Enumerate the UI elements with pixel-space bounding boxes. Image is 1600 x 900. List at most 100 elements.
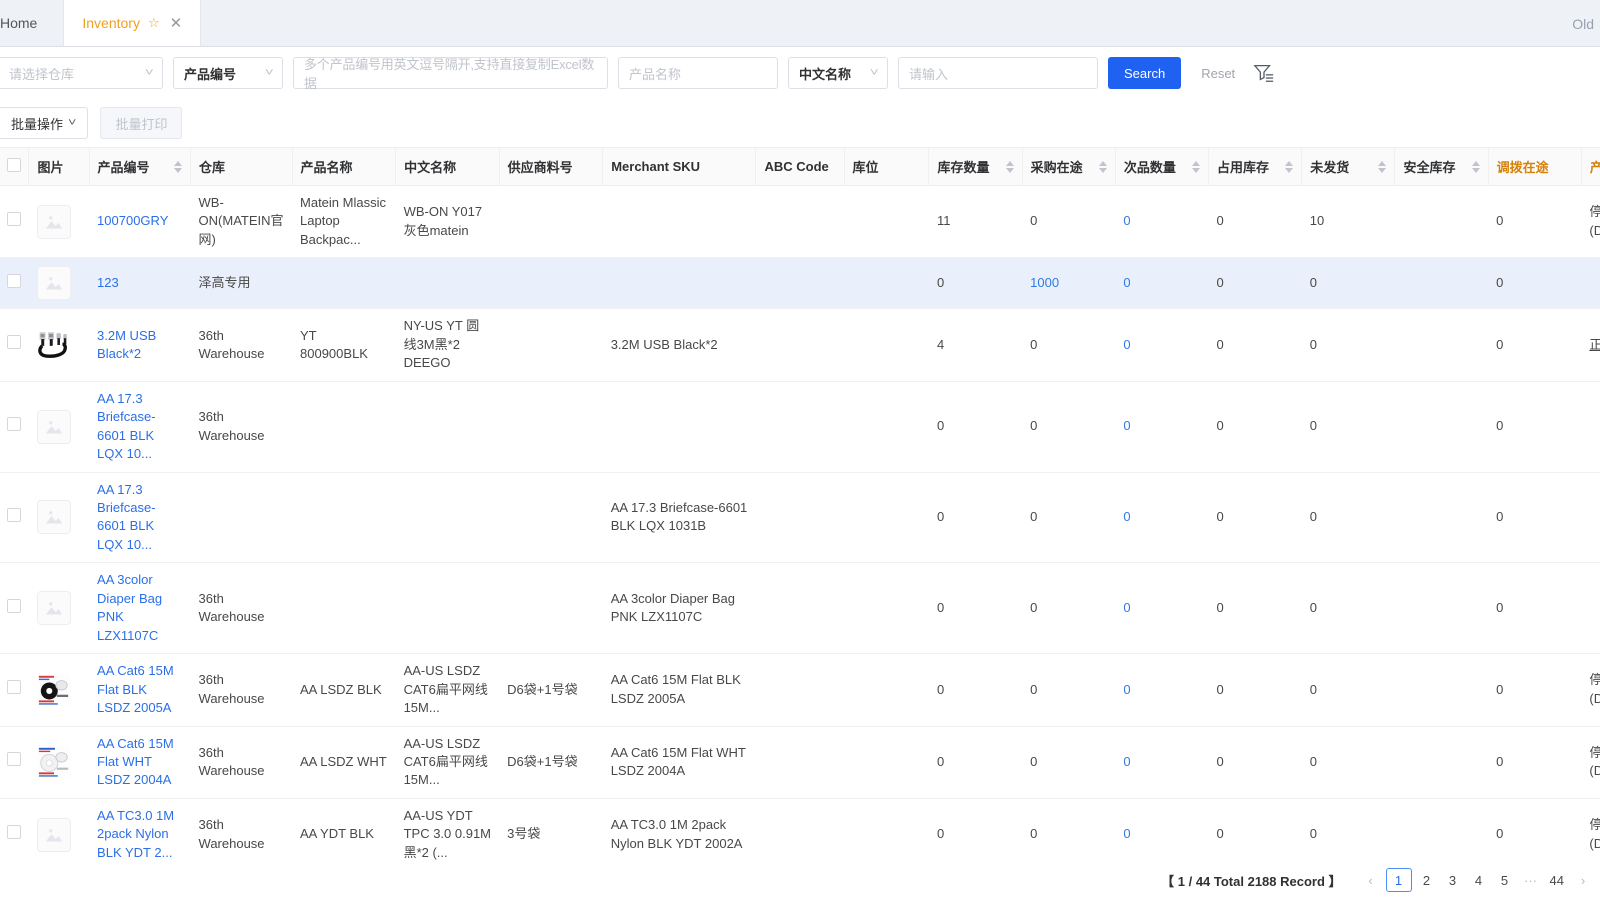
product-no-link[interactable]: 3.2M USB Black*2 [97, 328, 156, 361]
row-checkbox[interactable] [7, 416, 21, 431]
cell-safety_stock [1394, 472, 1489, 564]
warehouse-select[interactable]: 请选择仓库 ˅ [0, 57, 163, 89]
product-no-field-select[interactable]: 产品编号 ˅ [173, 57, 283, 89]
po-transit-value: 0 [1030, 826, 1038, 842]
column-header-safety_stock[interactable]: 安全库存 [1394, 148, 1489, 186]
defect-qty-value[interactable]: 0 [1123, 275, 1130, 290]
cell-unshipped: 0 [1301, 726, 1395, 799]
table-row[interactable]: AA 3color Diaper Bag PNK LZX1107C 36th Wa… [0, 562, 1600, 655]
po-transit-value: 0 [1030, 509, 1038, 525]
page-number-3[interactable]: 3 [1442, 868, 1464, 892]
cell-check [0, 308, 29, 382]
product-no-input[interactable]: 多个产品编号用英文逗号隔开,支持直接复制Excel数据 [293, 57, 608, 91]
column-header-occupied[interactable]: 占用库存 [1208, 148, 1303, 186]
chevron-left-icon[interactable]: ‹ [1360, 868, 1382, 892]
tab-inventory[interactable]: Inventory ☆ ✕ [64, 0, 202, 46]
table-row[interactable]: 123 泽高专用 0 1000 0 0 0 0 [0, 257, 1600, 310]
column-header-merchant_sku: Merchant SKU [602, 148, 757, 186]
product-no-link[interactable]: AA 17.3 Briefcase-6601 BLK LQX 10... [97, 482, 156, 552]
search-button[interactable]: Search [1108, 57, 1182, 89]
sort-toggle-icon[interactable] [1005, 160, 1014, 173]
product-thumbnail-cat6-black[interactable] [36, 672, 71, 707]
page-number-2[interactable]: 2 [1416, 868, 1438, 892]
column-header-supplier_no: 供应商料号 [499, 148, 604, 186]
cn-name-field-select[interactable]: 中文名称 ˅ [788, 57, 888, 89]
defect-qty-value[interactable]: 0 [1123, 826, 1130, 841]
sort-toggle-icon[interactable] [1285, 160, 1294, 173]
defect-qty-value[interactable]: 0 [1123, 682, 1130, 697]
select-all-checkbox[interactable] [7, 158, 21, 172]
tab-home[interactable]: Home [0, 0, 65, 46]
cell-unshipped: 0 [1301, 472, 1395, 564]
sort-toggle-icon[interactable] [1192, 160, 1201, 173]
page-number-4[interactable]: 4 [1468, 868, 1490, 892]
defect-qty-value[interactable]: 0 [1123, 213, 1130, 228]
column-header-stock_qty[interactable]: 库存数量 [928, 148, 1023, 186]
cn-name-input[interactable]: 请输入 [898, 57, 1098, 89]
chevron-right-icon[interactable]: › [1572, 868, 1594, 892]
row-checkbox[interactable] [7, 680, 21, 695]
batch-print-button[interactable]: 批量打印 [100, 107, 183, 139]
product-no-link[interactable]: AA Cat6 15M Flat BLK LSDZ 2005A [97, 663, 174, 715]
table-row[interactable]: AA 17.3 Briefcase-6601 BLK LQX 10... AA 1… [0, 472, 1600, 564]
product-name-input[interactable]: 产品名称 [618, 57, 778, 89]
row-checkbox[interactable] [7, 824, 21, 839]
page-number-44[interactable]: 44 [1546, 868, 1568, 892]
sort-toggle-icon[interactable] [1098, 160, 1107, 173]
batch-operation-button[interactable]: 批量操作 ˅ [0, 107, 89, 139]
cell-check [0, 653, 29, 727]
cell-status: 停产 (Di [1581, 726, 1600, 799]
star-icon[interactable]: ☆ [148, 15, 160, 31]
page-number-5[interactable]: 5 [1494, 868, 1516, 892]
row-checkbox[interactable] [7, 507, 21, 522]
defect-qty-value[interactable]: 0 [1123, 754, 1130, 769]
page-number-1[interactable]: 1 [1385, 868, 1412, 892]
product-thumbnail-cat6-white[interactable] [36, 745, 71, 780]
product-no-link[interactable]: AA 17.3 Briefcase-6601 BLK LQX 10... [97, 391, 156, 461]
row-checkbox[interactable] [7, 211, 21, 226]
filter-icon[interactable] [1253, 62, 1275, 84]
close-icon[interactable]: ✕ [170, 16, 183, 31]
cell-merchant_sku [602, 257, 756, 310]
sort-toggle-icon[interactable] [1471, 160, 1480, 173]
table-row[interactable]: AA Cat6 15M Flat BLK LSDZ 2005A 36th Ware… [0, 653, 1600, 727]
product-thumbnail-usb-cable[interactable] [36, 328, 71, 363]
column-header-defect_qty[interactable]: 次品数量 [1115, 148, 1210, 186]
row-checkbox[interactable] [7, 273, 21, 288]
product-no-link[interactable]: AA 3color Diaper Bag PNK LZX1107C [97, 572, 162, 642]
defect-qty-value[interactable]: 0 [1123, 509, 1130, 524]
corner-old-label[interactable]: Old [1572, 16, 1594, 32]
column-header-product_no[interactable]: 产品编号 [89, 148, 192, 186]
column-header-unshipped[interactable]: 未发货 [1301, 148, 1396, 186]
table-row[interactable]: 3.2M USB Black*2 36th Warehouse YT 800900B… [0, 308, 1600, 382]
pagination-bar: 【 1 / 44 Total 2188 Record 】 ‹ 1 2 3 4 5 ··· 4… [0, 860, 1600, 900]
product-no-link[interactable]: AA TC3.0 1M 2pack Nylon BLK YDT 2... [97, 808, 174, 860]
product-no-link[interactable]: 123 [97, 275, 119, 290]
table-row[interactable]: 100700GRY WB-ON(MATEIN官网) Matein Mlassic L… [0, 185, 1600, 259]
defect-qty-value[interactable]: 0 [1123, 337, 1130, 352]
row-checkbox[interactable] [7, 335, 21, 350]
cell-abc_code [755, 472, 845, 564]
cell-location [844, 308, 929, 382]
table-row[interactable]: AA 17.3 Briefcase-6601 BLK LQX 10... 36th… [0, 381, 1600, 473]
defect-qty-value[interactable]: 0 [1123, 418, 1130, 433]
cell-supplier_no [499, 308, 603, 382]
product-no-link[interactable]: 100700GRY [97, 213, 168, 228]
sort-toggle-icon[interactable] [1378, 160, 1387, 173]
cell-stock_qty: 0 [928, 562, 1023, 655]
table-header: 图片 产品编号 仓库 产品名称 中文名称 供应商料号 Merchant SKU ABC Cod… [0, 148, 1600, 186]
sort-toggle-icon[interactable] [174, 160, 183, 173]
product-no-link[interactable]: AA Cat6 15M Flat WHT LSDZ 2004A [97, 736, 174, 788]
reset-button[interactable]: Reset [1191, 57, 1245, 89]
image-placeholder-icon [36, 266, 71, 301]
cell-defect_qty: 0 [1115, 726, 1209, 799]
row-checkbox[interactable] [7, 598, 21, 613]
column-header-po_transit[interactable]: 采购在途 [1022, 148, 1116, 186]
row-checkbox[interactable] [7, 752, 21, 767]
cell-merchant_sku: AA Cat6 15M Flat BLK LSDZ 2005A [602, 653, 756, 727]
table-row[interactable]: AA Cat6 15M Flat WHT LSDZ 2004A 36th Ware… [0, 726, 1600, 799]
defect-qty-value[interactable]: 0 [1123, 600, 1130, 615]
po-transit-value[interactable]: 1000 [1030, 275, 1059, 290]
cell-supplier_no [499, 562, 603, 655]
cell-warehouse [190, 472, 293, 564]
